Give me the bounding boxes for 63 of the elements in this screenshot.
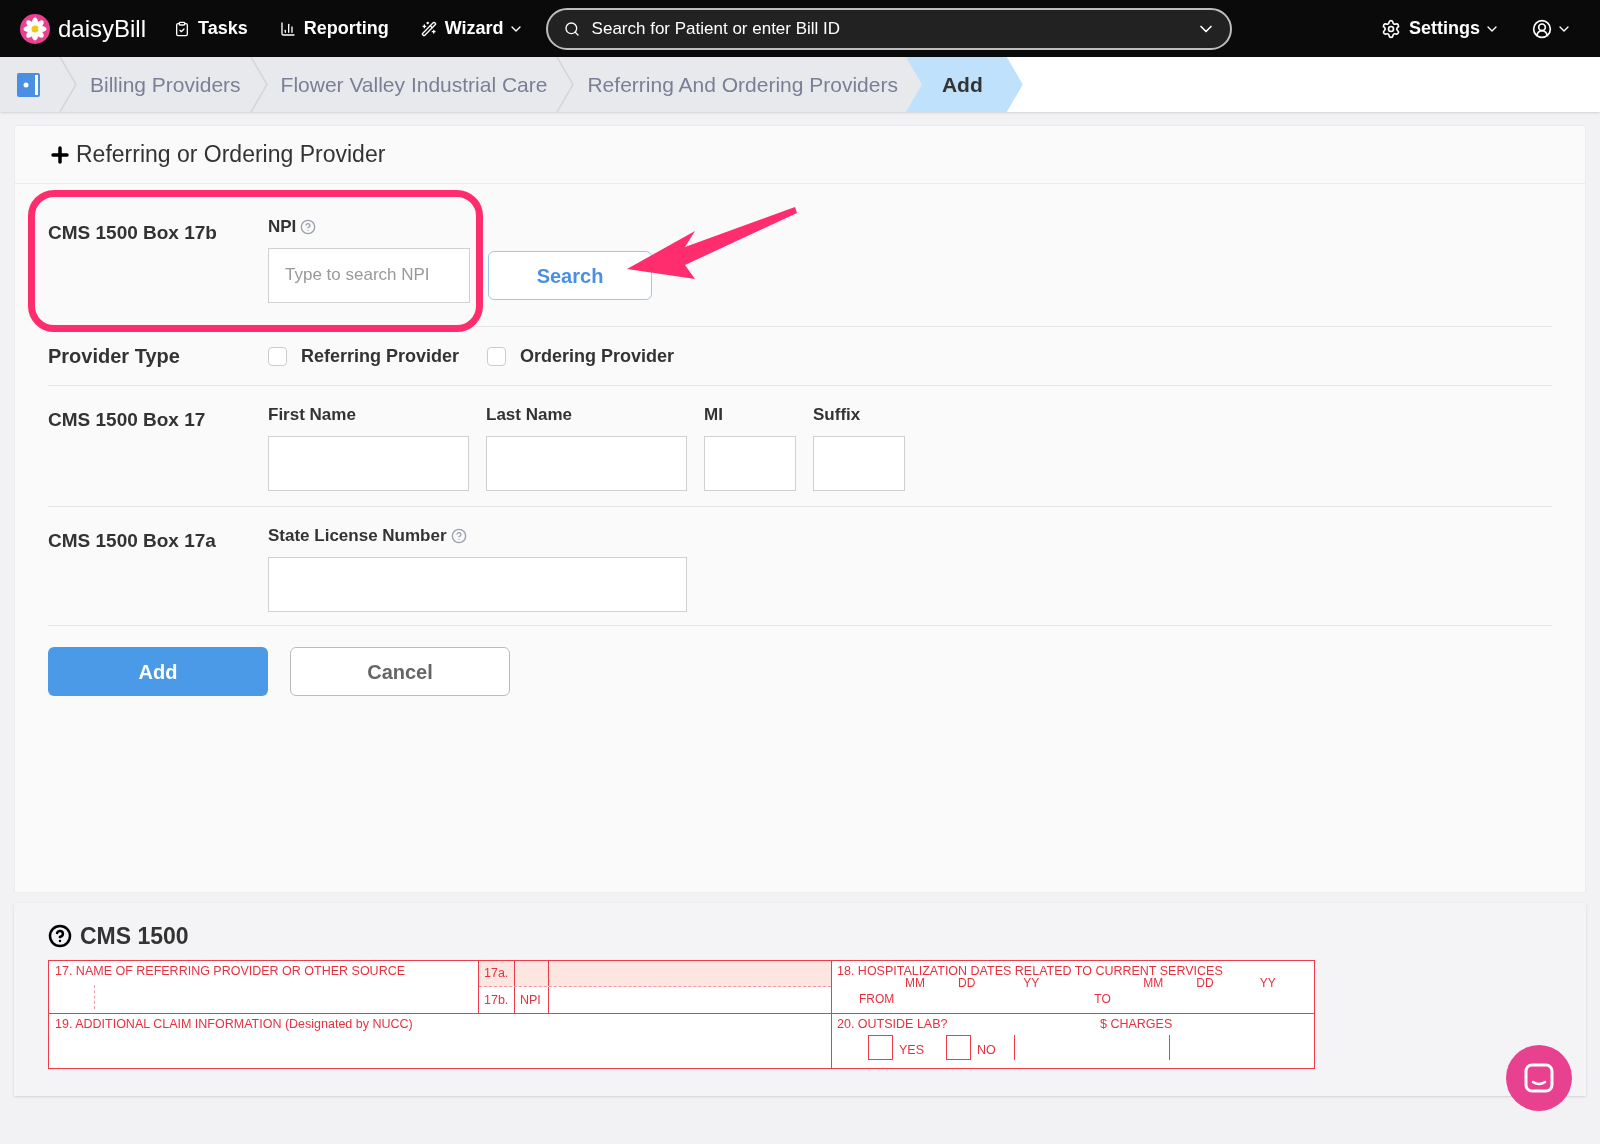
form-label: YY xyxy=(1259,977,1276,989)
help-icon[interactable] xyxy=(300,218,317,235)
form-label: DD xyxy=(958,977,976,989)
field-label: MI xyxy=(704,404,724,426)
form-label: $ CHARGES xyxy=(1100,1017,1173,1030)
clipboard-icon xyxy=(174,20,191,37)
settings-menu[interactable]: Settings xyxy=(1381,15,1500,42)
row-label: CMS 1500 Box 17b xyxy=(48,221,218,245)
help-icon xyxy=(48,924,72,949)
chevron-separator-icon xyxy=(58,57,78,112)
form-label: NO xyxy=(977,1043,996,1056)
magic-wand-icon xyxy=(420,20,437,37)
checkbox-label: Referring Provider xyxy=(301,344,460,368)
form-label: 20. OUTSIDE LAB? xyxy=(837,1017,949,1030)
form-label: 17a. xyxy=(479,960,515,986)
checkbox-label: Ordering Provider xyxy=(520,344,675,368)
bar-chart-icon xyxy=(279,20,296,37)
folder-icon[interactable] xyxy=(16,70,42,99)
card-title: Referring or Ordering Provider xyxy=(76,140,386,170)
checkbox[interactable] xyxy=(268,346,287,366)
form-label: 17. NAME OF REFERRING PROVIDER OR OTHER SOURCE xyxy=(55,963,406,978)
form-label: DD xyxy=(1196,977,1214,989)
license-input-field[interactable] xyxy=(268,556,687,612)
form-label: TO xyxy=(1094,993,1111,1005)
chat-icon xyxy=(1524,1063,1554,1093)
search-field[interactable]: Search for Patient or enter Bill ID xyxy=(545,7,1232,50)
field-label: First Name xyxy=(268,404,357,426)
form-label: MM xyxy=(1143,977,1164,989)
user-icon xyxy=(1532,18,1552,39)
help-icon[interactable] xyxy=(450,527,467,544)
text-field[interactable] xyxy=(813,435,905,491)
settings-icon xyxy=(1381,18,1401,39)
form-label: MM xyxy=(905,977,925,989)
breadcrumb-item[interactable]: Add xyxy=(905,57,1023,112)
nav-item[interactable]: Wizard xyxy=(420,15,524,42)
text-field[interactable] xyxy=(268,435,469,491)
row-label: CMS 1500 Box 17 xyxy=(48,408,207,432)
row-label: CMS 1500 Box 17a xyxy=(48,529,217,553)
field-label: Suffix xyxy=(813,404,862,426)
form-label: FROM xyxy=(859,993,895,1005)
form-label: 17b. xyxy=(479,986,515,1013)
nav-item[interactable]: Reporting xyxy=(279,15,389,42)
nav-item[interactable]: Tasks xyxy=(174,15,248,42)
chevron-separator-icon xyxy=(555,57,576,112)
field-label: Last Name xyxy=(486,404,573,426)
text-field[interactable] xyxy=(704,435,796,491)
npi-input-field[interactable]: Type to search NPI xyxy=(268,247,470,303)
text-field[interactable] xyxy=(486,435,687,491)
form-label: NPI xyxy=(515,986,549,1013)
chevron-separator-icon xyxy=(248,57,269,112)
form-label: 19. ADDITIONAL CLAIM INFORMATION (Designated by NUCC) xyxy=(55,1016,413,1031)
flower-logo-icon xyxy=(20,13,50,44)
row-label: Provider Type xyxy=(48,344,181,369)
checkbox[interactable] xyxy=(487,346,507,366)
section-title: CMS 1500 xyxy=(80,922,189,951)
cancel-button[interactable]: Cancel xyxy=(290,647,510,696)
field-label: NPI xyxy=(268,216,297,238)
field-label: State License Number xyxy=(268,525,447,547)
form-label: YY xyxy=(1023,977,1040,989)
search-icon xyxy=(563,20,580,37)
form-label: YES xyxy=(899,1043,924,1056)
form-label: 18. HOSPITALIZATION DATES RELATED TO CURRENT SERVICES xyxy=(837,964,1224,977)
logo-text[interactable]: daisyBill xyxy=(58,10,147,47)
